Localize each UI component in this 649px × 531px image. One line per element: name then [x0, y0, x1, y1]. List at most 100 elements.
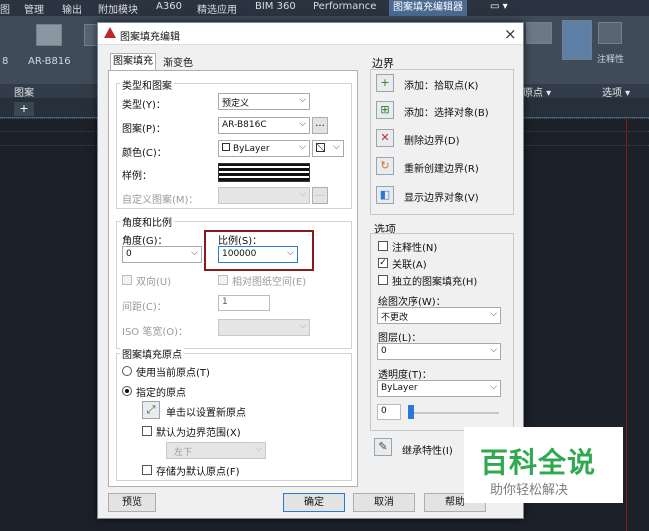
hatch-edit-dialog: 图案填充编辑 × 图案填充 渐变色 类型和图案 类型(Y)： 预定义 ⌵ 图案(P…	[97, 22, 524, 519]
ribbon-menubar: 图 管理 输出 附加模块 A360 精选应用 BIM 360 Performan…	[0, 0, 649, 16]
draw-order-select[interactable]: 不更改 ⌵	[377, 307, 501, 324]
chevron-down-icon: ⌵	[299, 95, 306, 105]
scale-select[interactable]: 100000 ⌵	[218, 246, 298, 263]
inherit-properties-button[interactable]: 继承特性(I)	[402, 442, 453, 457]
select-objects-icon[interactable]: ⊞	[376, 101, 394, 119]
ribbon-pattern-name[interactable]: AR-B816	[28, 56, 71, 67]
pattern-value: AR-B816C	[222, 120, 267, 130]
inherit-properties-icon[interactable]: ✎	[374, 438, 392, 456]
pattern-select[interactable]: AR-B816C ⌵	[218, 117, 310, 134]
associative-checkbox[interactable]: ✓	[378, 258, 388, 268]
relative-paperspace-label: 相对图纸空间(E)	[232, 277, 307, 288]
ok-button[interactable]: 确定	[283, 493, 345, 512]
transparency-slider-thumb[interactable]	[408, 405, 414, 419]
independent-checkbox[interactable]	[378, 275, 388, 285]
ribbon-panel-options[interactable]: 选项 ▾	[602, 84, 630, 99]
chevron-down-icon: ⌵	[299, 119, 306, 129]
cancel-button[interactable]: 取消	[353, 493, 415, 512]
menu-item-featured[interactable]: 精选应用	[197, 1, 237, 16]
scale-value: 100000	[222, 249, 257, 259]
new-tab-button[interactable]: +	[14, 102, 34, 116]
chevron-down-icon: ⌵	[333, 142, 340, 152]
layer-select[interactable]: 0 ⌵	[377, 343, 501, 360]
pick-points-icon[interactable]: +	[376, 74, 394, 92]
transparency-slider-track[interactable]	[411, 412, 499, 414]
menu-item-0[interactable]: 图	[0, 1, 10, 16]
transparency-amount-input[interactable]: 0	[377, 404, 401, 420]
ribbon-panel-origin[interactable]: 原点 ▾	[523, 84, 551, 99]
specified-origin-radio[interactable]	[122, 386, 132, 396]
dialog-titlebar[interactable]: 图案填充编辑 ×	[98, 23, 523, 45]
autocad-logo-icon	[104, 27, 116, 38]
extent-select[interactable]: 左下 ⌵	[166, 442, 266, 459]
tab-hatch[interactable]: 图案填充	[110, 53, 156, 71]
type-select[interactable]: 预定义 ⌵	[218, 93, 310, 110]
ribbon-panel-pattern[interactable]: 图案	[14, 84, 34, 99]
spacing-input[interactable]: 1	[218, 295, 270, 311]
double-label: 双向(U)	[136, 277, 172, 288]
custom-pattern-select[interactable]: ⌵	[218, 187, 310, 204]
watermark-title: 百科全说	[480, 446, 597, 479]
custom-pattern-label: 自定义图案(M)：	[122, 195, 199, 206]
ribbon-partial-label: 8	[2, 56, 9, 67]
close-button[interactable]: ×	[504, 25, 517, 43]
annotative-checkbox[interactable]	[378, 241, 388, 251]
add-select-objects-button[interactable]: 添加：选择对象(B)	[404, 104, 489, 119]
transparency-value: ByLayer	[381, 383, 418, 393]
menu-item-bim360[interactable]: BIM 360	[255, 1, 296, 12]
associative-icon[interactable]	[562, 20, 592, 60]
double-checkbox[interactable]	[122, 275, 132, 285]
tab-gradient[interactable]: 渐变色	[158, 56, 198, 71]
remove-boundary-button[interactable]: 删除边界(D)	[404, 132, 460, 147]
spacing-label: 间距(C)：	[122, 302, 167, 313]
menu-item-addins[interactable]: 附加模块	[98, 1, 138, 16]
menu-item-output[interactable]: 输出	[62, 1, 82, 16]
angle-value: 0	[126, 249, 132, 259]
canvas-red-line	[626, 118, 627, 531]
chevron-down-icon: ⌵	[490, 345, 497, 355]
pattern-preview-swatch[interactable]	[218, 163, 310, 182]
menu-item-manage[interactable]: 管理	[24, 1, 44, 16]
set-origin-icon[interactable]: ⤢	[142, 401, 160, 419]
recreate-boundary-icon[interactable]: ↻	[376, 157, 394, 175]
relative-paperspace-checkbox[interactable]	[218, 275, 228, 285]
background-color-select[interactable]: ⌵	[312, 140, 344, 157]
color-label: 颜色(C)：	[122, 148, 167, 159]
origin-header: 图案填充原点	[120, 346, 184, 361]
show-boundary-icon[interactable]: ◧	[376, 186, 394, 204]
preview-button[interactable]: 预览	[108, 493, 156, 512]
menu-overflow-icon[interactable]: ▭ ▾	[490, 1, 508, 12]
use-current-origin-radio[interactable]	[122, 366, 132, 376]
transparency-select[interactable]: ByLayer ⌵	[377, 380, 501, 397]
extent-value: 左下	[174, 448, 193, 458]
iso-pen-width-select[interactable]: ⌵	[218, 319, 310, 336]
dialog-title: 图案填充编辑	[120, 32, 180, 43]
recreate-boundary-button[interactable]: 重新创建边界(R)	[404, 160, 479, 175]
scale-label: 比例(S)：	[218, 236, 263, 247]
menu-item-performance[interactable]: Performance	[313, 1, 376, 12]
angle-select[interactable]: 0 ⌵	[122, 246, 202, 263]
click-set-origin-label[interactable]: 单击以设置新原点	[166, 404, 246, 419]
show-boundary-button[interactable]: 显示边界对象(V)	[404, 189, 479, 204]
annotative-icon[interactable]	[598, 22, 622, 44]
menu-item-hatch-editor[interactable]: 图案填充编辑器	[389, 0, 467, 16]
type-pattern-header: 类型和图案	[120, 77, 174, 92]
custom-browse-button[interactable]: ...	[312, 187, 328, 204]
brick-pattern-icon[interactable]	[36, 24, 62, 46]
remove-boundary-icon[interactable]: ✕	[376, 129, 394, 147]
color-value: ByLayer	[233, 144, 270, 154]
store-default-checkbox[interactable]	[142, 465, 152, 475]
chevron-down-icon: ⌵	[490, 382, 497, 392]
add-pick-points-button[interactable]: 添加：拾取点(K)	[404, 77, 478, 92]
type-value: 预定义	[222, 99, 250, 109]
set-origin-icon[interactable]	[526, 22, 552, 44]
menu-item-a360[interactable]: A360	[156, 1, 182, 12]
store-default-label: 存储为默认原点(F)	[156, 467, 240, 478]
pattern-browse-button[interactable]: ...	[312, 117, 328, 134]
layer-value: 0	[381, 346, 387, 356]
chevron-down-icon: ⌵	[299, 142, 306, 152]
default-extent-checkbox[interactable]	[142, 426, 152, 436]
color-select[interactable]: ByLayer ⌵	[218, 140, 310, 157]
transparency-label: 透明度(T)：	[378, 370, 432, 381]
angle-scale-header: 角度和比例	[120, 214, 174, 229]
